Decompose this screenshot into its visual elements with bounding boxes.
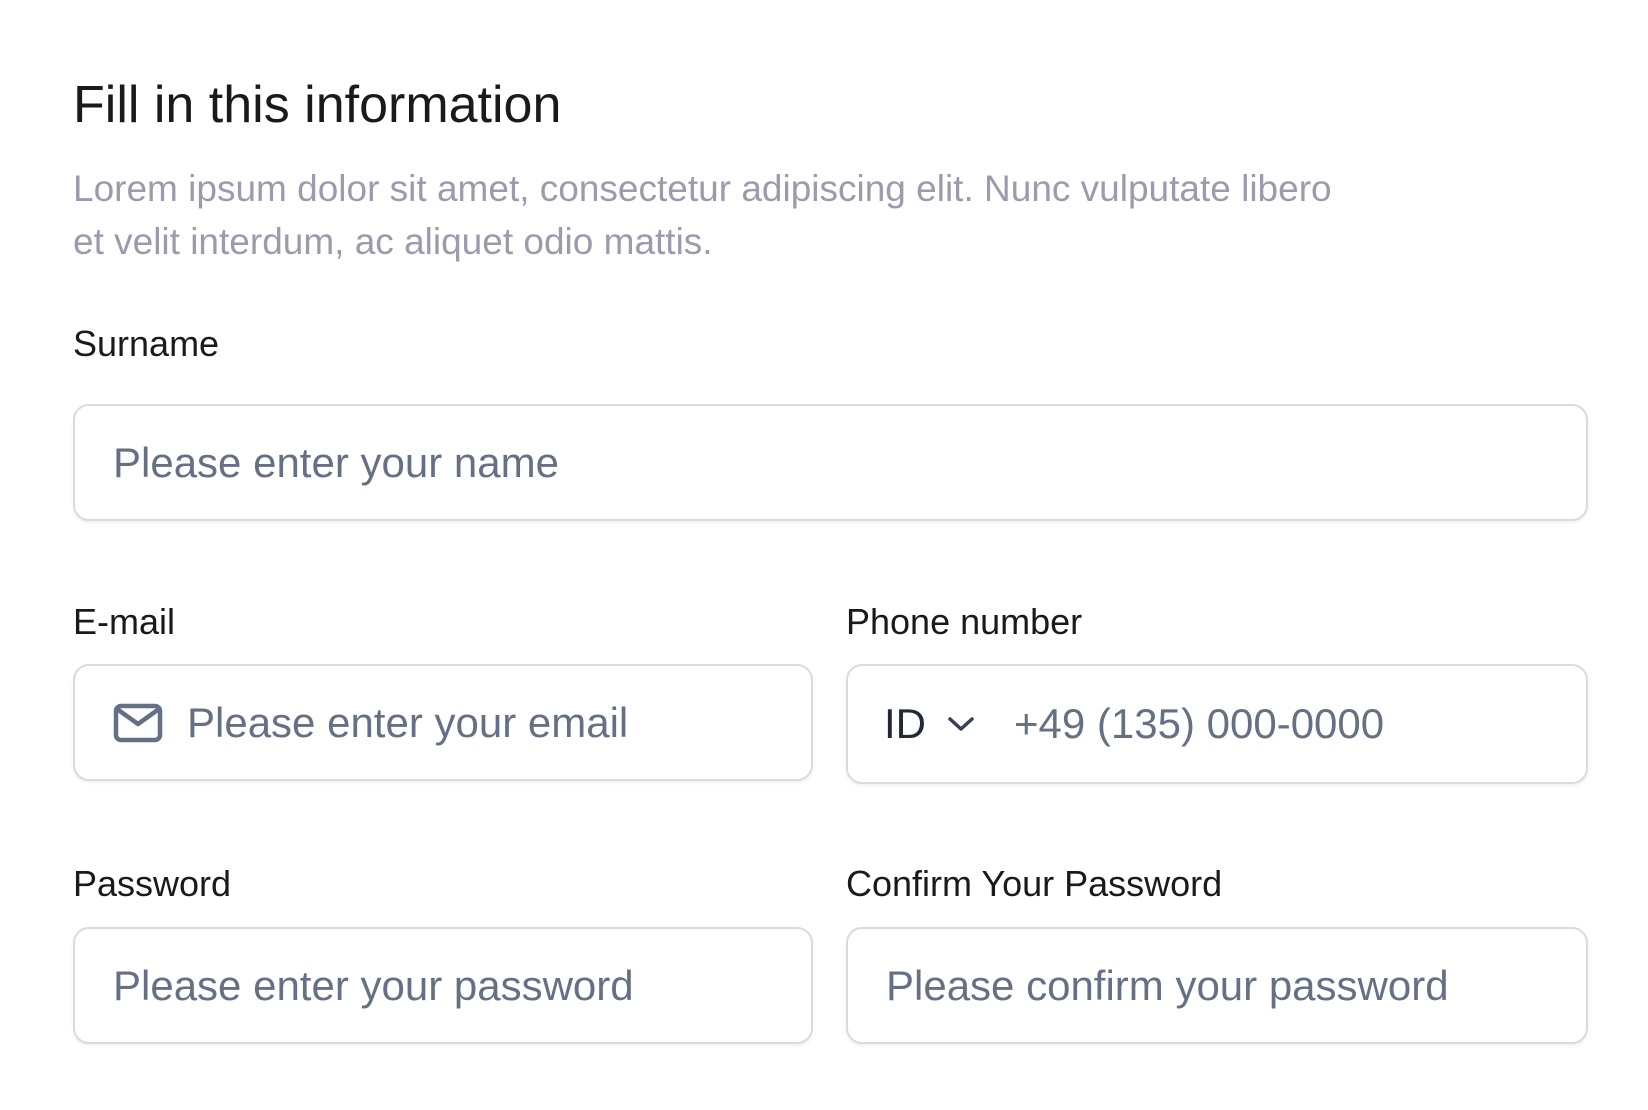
chevron-down-icon <box>948 717 974 731</box>
confirm-password-field[interactable] <box>846 927 1588 1044</box>
password-label: Password <box>73 863 232 904</box>
mail-icon <box>113 703 163 742</box>
email-label: E-mail <box>73 601 176 642</box>
confirm-password-label: Confirm Your Password <box>846 863 1223 904</box>
surname-label: Surname <box>73 323 220 364</box>
country-code-select[interactable]: ID <box>884 700 976 748</box>
phone-field[interactable]: ID <box>846 664 1588 784</box>
form-title: Fill in this information <box>73 76 562 134</box>
surname-input[interactable] <box>113 438 1586 487</box>
form-description: Lorem ipsum dolor sit amet, consectetur … <box>73 168 1332 262</box>
surname-field[interactable] <box>73 404 1588 521</box>
password-input[interactable] <box>113 961 811 1010</box>
country-code-value: ID <box>884 700 926 747</box>
phone-input[interactable] <box>1014 700 1586 748</box>
confirm-password-input[interactable] <box>886 961 1586 1010</box>
email-field[interactable] <box>73 664 813 781</box>
phone-label: Phone number <box>846 601 1083 642</box>
form-page: Fill in this information Lorem ipsum dol… <box>0 0 1648 1110</box>
password-field[interactable] <box>73 927 813 1044</box>
email-input[interactable] <box>187 698 811 747</box>
